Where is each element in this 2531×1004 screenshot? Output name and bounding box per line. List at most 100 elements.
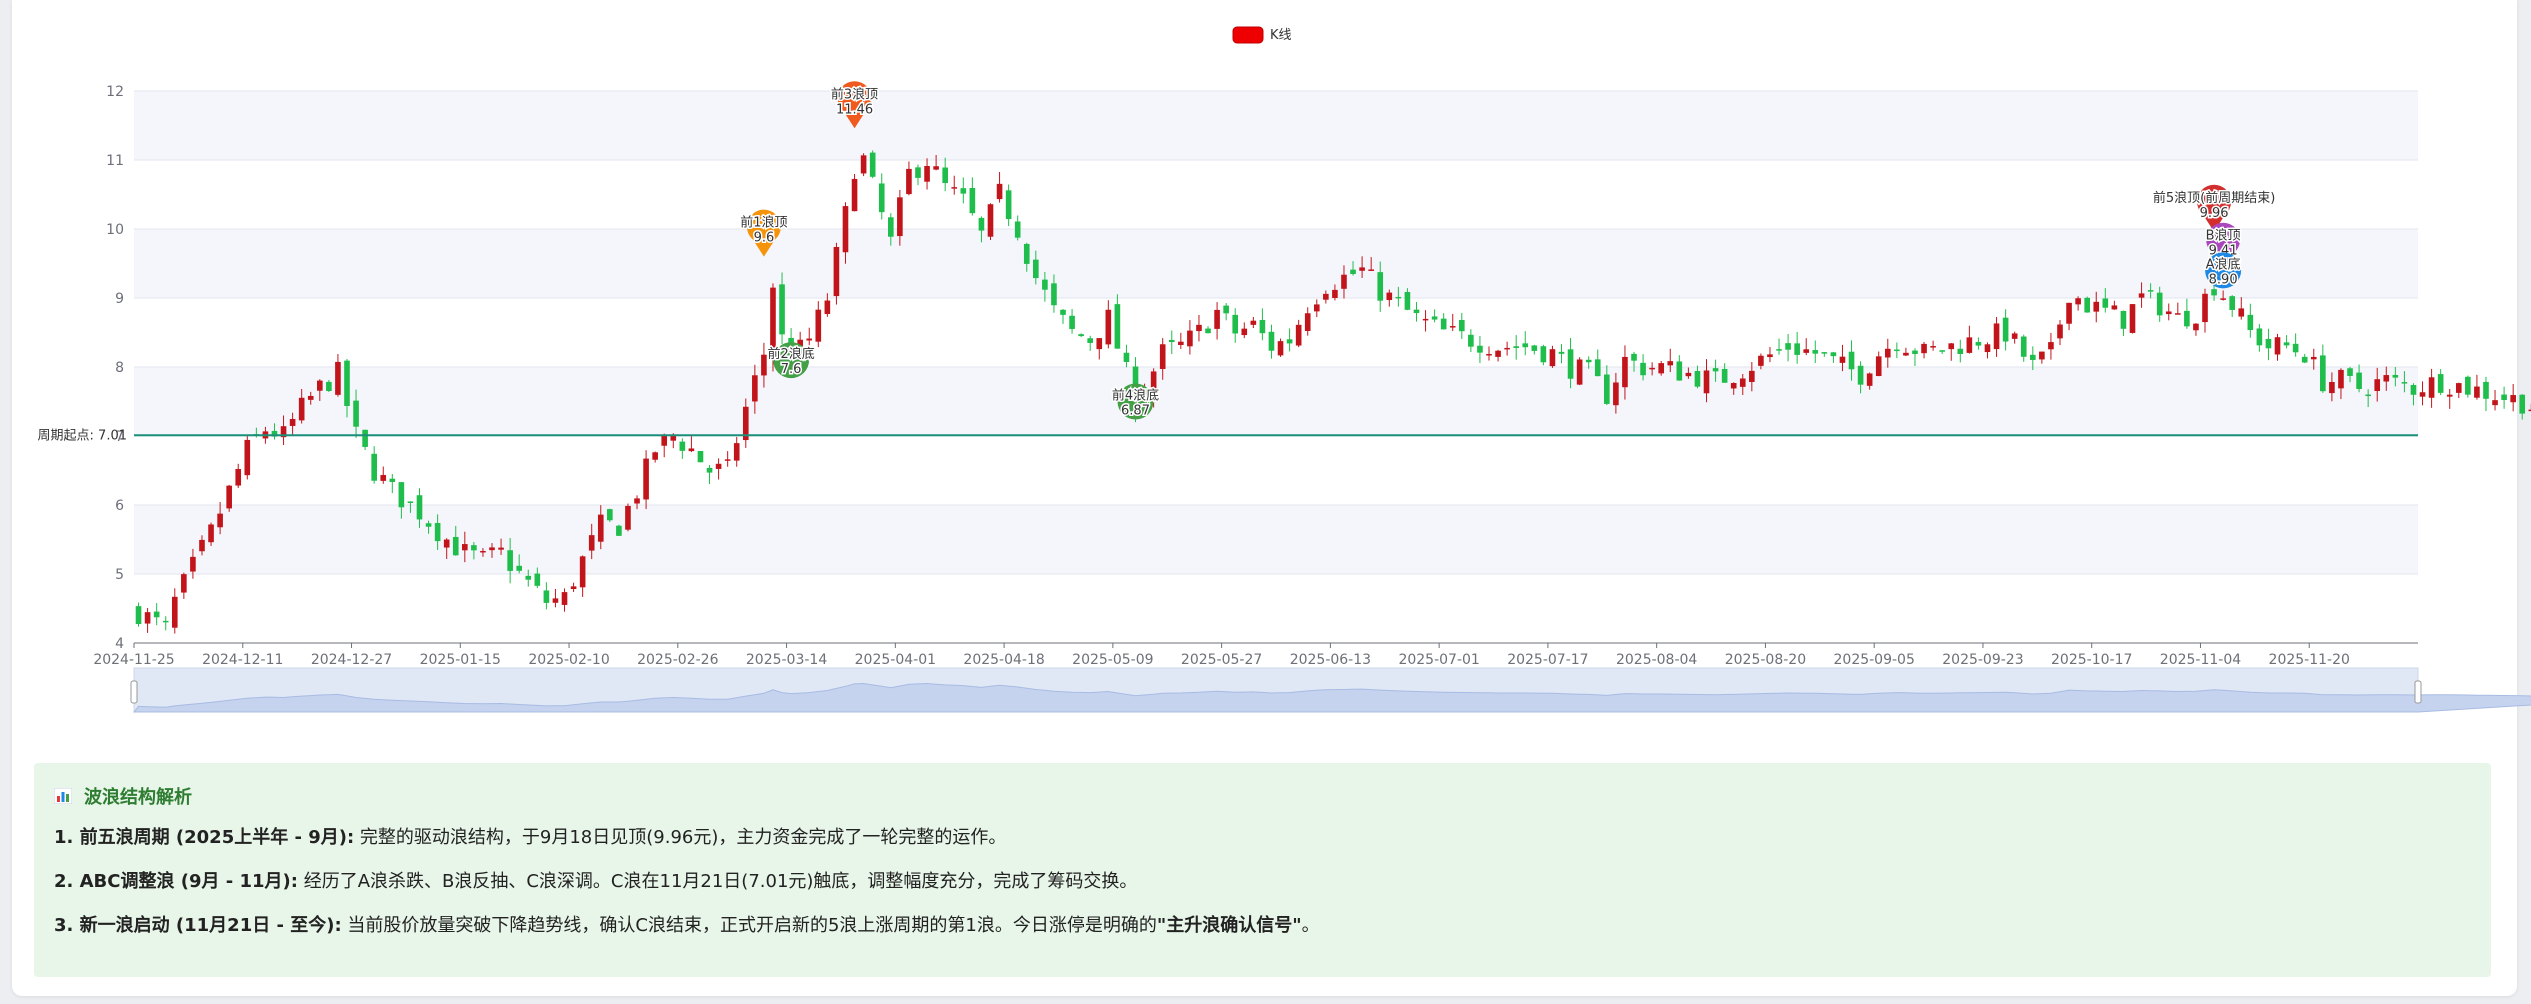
candle-body xyxy=(1739,378,1746,387)
candle-body xyxy=(1304,313,1311,331)
candle-body xyxy=(643,458,649,500)
candle-body xyxy=(2256,328,2263,346)
candle-body xyxy=(480,550,486,553)
candle-body xyxy=(561,592,568,605)
candle-body xyxy=(2138,293,2145,298)
datazoom-slider[interactable] xyxy=(130,667,2531,713)
grid-band xyxy=(134,229,2418,298)
candle-body xyxy=(996,183,1003,200)
candle-body xyxy=(806,338,813,341)
zoom-handle-left[interactable] xyxy=(130,680,138,704)
analysis-item-3-tail: 。 xyxy=(1301,915,1320,936)
analysis-item-3-head: 3. 新一浪启动 (11月21日 - 至今): xyxy=(54,915,342,936)
candle-body xyxy=(1984,344,1991,353)
candle-body xyxy=(489,547,495,551)
bar-chart-icon xyxy=(54,788,72,804)
y-tick-label: 11 xyxy=(106,153,124,169)
candle-body xyxy=(1431,316,1438,320)
candle-body xyxy=(443,539,450,548)
y-tick-label: 6 xyxy=(115,498,124,514)
candle-body xyxy=(1114,304,1121,349)
analysis-item-2-head: 2. ABC调整浪 (9月 - 11月): xyxy=(54,871,298,892)
zoom-handle-right[interactable] xyxy=(2414,680,2422,704)
candle-body xyxy=(2211,289,2217,296)
candle-body xyxy=(1332,289,1338,298)
x-tick-label: 2025-04-01 xyxy=(855,652,936,668)
candle-body xyxy=(1178,341,1184,345)
marker-label: B浪顶 xyxy=(2206,229,2241,244)
candle-body xyxy=(1948,343,1955,350)
analysis-item-2-body: 经历了A浪杀跌、B浪反抽、C浪深调。C浪在11月21日(7.01元)触底，调整幅… xyxy=(297,871,1138,892)
candle-body xyxy=(199,539,205,552)
candle-body xyxy=(1894,349,1900,352)
candle-body xyxy=(1930,346,1936,348)
candle-body xyxy=(2193,323,2199,331)
candle-body xyxy=(552,598,559,603)
candle-body xyxy=(2310,356,2317,360)
candle-body xyxy=(1567,349,1574,379)
candle-body xyxy=(688,448,695,452)
marker-label: 前1浪顶 xyxy=(740,215,787,231)
candle-body xyxy=(326,381,332,391)
candle-body xyxy=(715,463,722,469)
candle-body xyxy=(2048,342,2054,350)
y-tick-label: 12 xyxy=(106,84,124,100)
candle-body xyxy=(316,380,323,391)
candle-body xyxy=(1812,350,1819,354)
candle-body xyxy=(1123,352,1130,362)
candle-body xyxy=(2283,342,2290,346)
candle-body xyxy=(244,439,251,476)
marker-value: 6.87 xyxy=(1121,404,1150,419)
candle-body xyxy=(1576,359,1583,385)
candle-body xyxy=(2102,298,2109,308)
candle-body xyxy=(1205,328,1211,334)
candle-body xyxy=(2501,394,2507,400)
marker-label: 前5浪顶(前周期结束) xyxy=(2153,190,2275,206)
candle-body xyxy=(1504,347,1510,350)
candle-body xyxy=(2383,375,2390,382)
candle-body xyxy=(162,620,169,623)
candle-body xyxy=(2320,355,2326,392)
candle-body xyxy=(1096,338,1103,350)
grid-bands xyxy=(134,91,2418,574)
candle-body xyxy=(2401,382,2408,384)
y-tick-label: 10 xyxy=(106,222,124,238)
candle-body xyxy=(2202,293,2208,323)
candle-body xyxy=(579,556,586,588)
analysis-item-3-body: 当前股价放量突破下降趋势线，确认C浪结束，正式开启新的5浪上涨周期的第1浪。今日… xyxy=(341,915,1157,936)
candle-body xyxy=(933,166,939,170)
candle-body xyxy=(2301,356,2308,363)
candle-body xyxy=(534,573,541,586)
x-tick-label: 2025-09-23 xyxy=(1942,652,2023,668)
baseline-label: 周期起点: 7.01 xyxy=(38,428,127,443)
candle-body xyxy=(1440,318,1447,330)
candle-body xyxy=(1377,272,1384,301)
legend[interactable]: K线 xyxy=(1232,26,1292,44)
candle-body xyxy=(2020,336,2027,357)
y-tick-label: 5 xyxy=(115,567,124,583)
x-tick-label: 2025-04-18 xyxy=(963,652,1044,668)
candle-body xyxy=(1268,331,1275,351)
candle-body xyxy=(752,375,758,402)
candle-body xyxy=(1286,339,1293,344)
marker-value: 9.6 xyxy=(754,231,775,246)
candle-body xyxy=(915,167,921,178)
candle-body xyxy=(425,523,432,527)
candle-body xyxy=(733,443,740,461)
candle-body xyxy=(2057,324,2063,339)
candle-body xyxy=(380,475,387,481)
candle-body xyxy=(389,478,396,482)
candle-body xyxy=(2410,384,2417,395)
candle-body xyxy=(1884,348,1891,358)
legend-label-kline[interactable]: K线 xyxy=(1270,28,1292,43)
candle-body xyxy=(2419,392,2426,397)
candle-body xyxy=(2437,374,2444,393)
candle-body xyxy=(1585,359,1592,363)
candle-body xyxy=(1449,326,1456,328)
y-axis: 456789101112 xyxy=(106,84,124,652)
candle-body xyxy=(335,361,341,395)
candle-body xyxy=(1277,341,1284,356)
candle-body xyxy=(2428,377,2435,398)
legend-swatch-kline[interactable] xyxy=(1232,26,1264,44)
candle-body xyxy=(1477,345,1483,353)
